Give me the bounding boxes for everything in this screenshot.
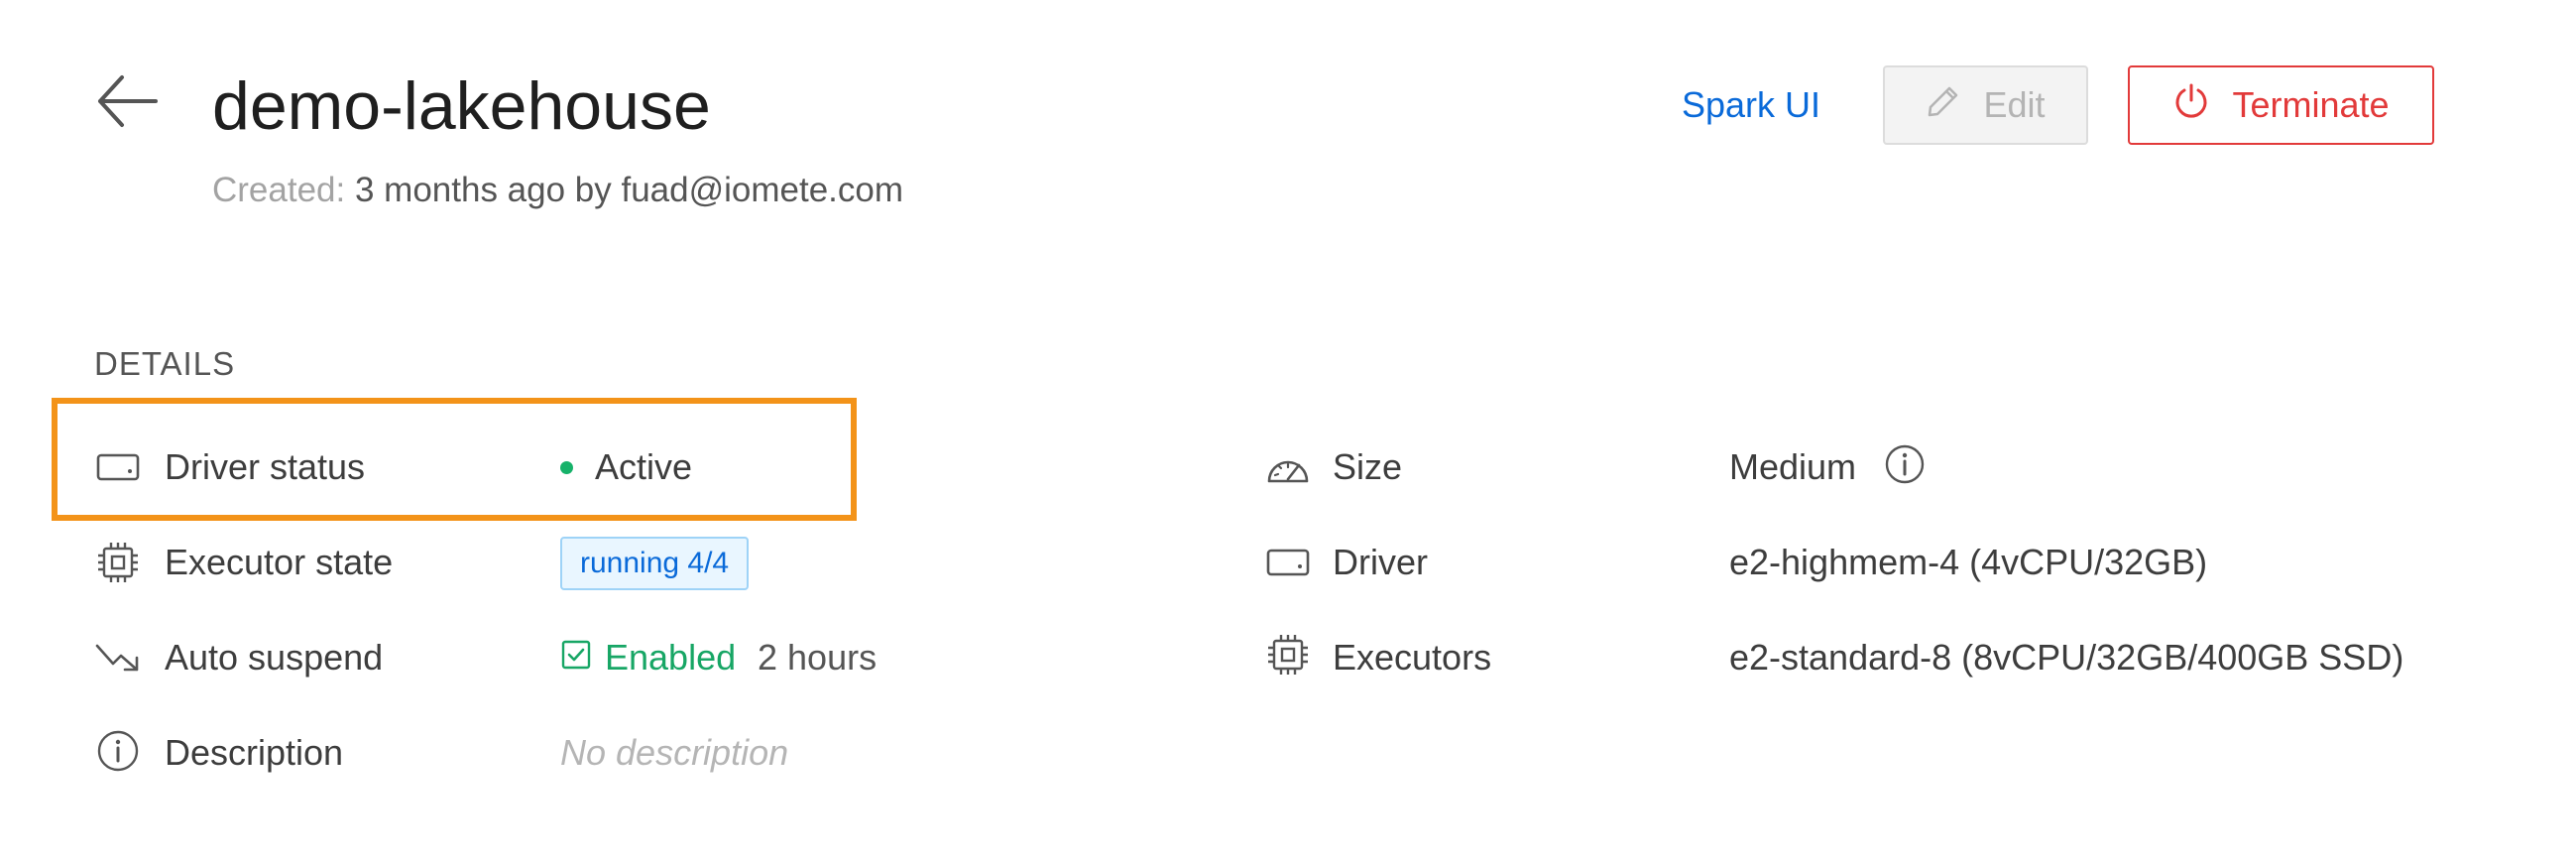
- size-info-icon[interactable]: [1884, 443, 1928, 487]
- cpu-chip-icon: [1265, 635, 1311, 675]
- driver-status-value: Active: [595, 446, 693, 487]
- trend-down-icon: [95, 638, 141, 678]
- terminate-button[interactable]: Terminate: [2128, 65, 2434, 145]
- executors-value: e2-standard-8 (8vCPU/32GB/400GB SSD): [1729, 637, 2404, 678]
- executor-state-label: Executor state: [165, 542, 394, 582]
- gauge-icon: [1265, 447, 1311, 487]
- size-value: Medium: [1729, 446, 1857, 487]
- executors-label: Executors: [1333, 637, 1492, 678]
- auto-suspend-duration: 2 hours: [758, 637, 878, 678]
- auto-suspend-enabled: Enabled: [605, 637, 737, 678]
- spark-ui-link[interactable]: Spark UI: [1682, 79, 1820, 131]
- size-label: Size: [1333, 446, 1403, 487]
- edit-button[interactable]: Edit: [1883, 65, 2088, 145]
- description-label: Description: [165, 732, 344, 773]
- executor-state-badge: running 4/4: [560, 537, 750, 590]
- page-title: demo-lakehouse: [212, 68, 711, 144]
- info-circle-icon: [95, 730, 141, 772]
- driver-value: e2-highmem-4 (4vCPU/32GB): [1729, 542, 2208, 582]
- hard-drive-icon: [95, 447, 141, 487]
- details-heading: DETAILS: [94, 345, 236, 382]
- back-arrow-icon[interactable]: [94, 71, 162, 131]
- created-label: Created:: [212, 171, 346, 209]
- driver-label: Driver: [1333, 542, 1428, 582]
- pencil-icon: [1926, 83, 1961, 128]
- cpu-chip-icon: [95, 543, 141, 582]
- description-value: No description: [560, 732, 789, 773]
- power-icon: [2172, 82, 2210, 129]
- created-info: Created: 3 months ago by fuad@iomete.com: [212, 165, 903, 216]
- status-dot: [560, 461, 573, 474]
- checkbox-checked-icon: [561, 640, 593, 672]
- edit-label: Edit: [1983, 84, 2046, 125]
- driver-status-label: Driver status: [165, 446, 366, 487]
- hard-drive-icon: [1265, 543, 1311, 582]
- terminate-label: Terminate: [2232, 84, 2390, 125]
- created-value: 3 months ago by fuad@iomete.com: [354, 171, 904, 209]
- auto-suspend-label: Auto suspend: [165, 637, 384, 678]
